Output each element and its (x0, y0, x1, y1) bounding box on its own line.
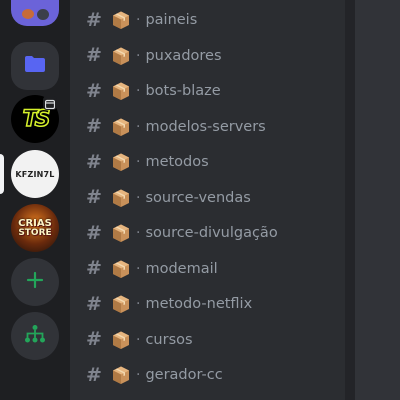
text-channel-icon: # (86, 79, 102, 102)
text-channel-icon: # (86, 150, 102, 173)
package-icon (111, 294, 131, 314)
channel-name: metodos (145, 154, 209, 170)
channel-item[interactable]: # · metodos (78, 146, 336, 178)
server-avatar-detail (37, 9, 49, 20)
discover-servers-button[interactable] (11, 312, 59, 360)
channel-item[interactable]: # · modemail (78, 253, 336, 285)
channel-name: gerador-cc (145, 367, 223, 383)
ts-logo: TS (22, 106, 51, 133)
kfzin-logo: KFZIN7L (15, 169, 55, 179)
channel-item[interactable]: # · source-vendas (78, 182, 336, 214)
discover-icon (24, 324, 46, 348)
text-channel-icon: # (86, 221, 102, 244)
channel-item[interactable]: # · paineis (78, 4, 336, 36)
server-icon-top[interactable] (11, 0, 59, 26)
channel-name: cursos (145, 331, 193, 348)
text-channel-icon: # (86, 44, 102, 66)
text-channel-icon: # (86, 363, 102, 386)
channel-name: source-divulgação (145, 225, 278, 241)
text-channel-icon: # (86, 115, 102, 137)
text-channel-icon: # (86, 292, 102, 315)
channel-name: source-vendas (145, 189, 251, 206)
plus-icon (25, 270, 45, 294)
selected-server-pill (0, 154, 4, 194)
channel-item[interactable]: # · bots-blaze (78, 75, 336, 107)
text-channel-icon: # (86, 8, 102, 31)
separator-dot: · (136, 367, 141, 383)
separator-dot: · (136, 83, 141, 99)
separator-dot: · (136, 47, 141, 64)
package-icon (111, 81, 131, 101)
package-icon (111, 46, 131, 66)
package-icon (111, 223, 131, 243)
channel-name: puxadores (145, 47, 222, 64)
chat-area (355, 0, 400, 400)
server-rail: TS KFZIN7L CRIAS STORE (0, 0, 70, 400)
channel-item[interactable]: # · metodo-netflix (78, 288, 336, 320)
event-badge (43, 96, 57, 110)
separator-dot: · (136, 154, 141, 170)
separator-dot: · (136, 331, 141, 348)
package-icon (111, 330, 131, 350)
separator-dot: · (136, 225, 141, 241)
channel-name: metodo-netflix (145, 296, 253, 312)
channel-name: modemail (145, 260, 218, 277)
server-kfzin[interactable]: KFZIN7L (11, 150, 59, 198)
server-crias-store[interactable]: CRIAS STORE (11, 204, 59, 252)
channel-item[interactable]: # · modelos-servers (78, 111, 336, 143)
text-channel-icon: # (86, 328, 102, 350)
channel-name: modelos-servers (145, 118, 266, 135)
package-icon (111, 365, 131, 385)
separator-dot: · (136, 260, 141, 277)
chat-divider (345, 0, 355, 400)
server-folder[interactable] (11, 42, 59, 90)
text-channel-icon: # (86, 257, 102, 279)
channel-item[interactable]: # · puxadores (78, 40, 336, 72)
separator-dot: · (136, 118, 141, 135)
calendar-icon (44, 94, 56, 113)
add-server-button[interactable] (11, 258, 59, 306)
separator-dot: · (136, 296, 141, 312)
channel-item[interactable]: # · gerador-cc (78, 359, 336, 391)
package-icon (111, 259, 131, 279)
folder-icon (24, 55, 46, 77)
channel-name: paineis (145, 12, 198, 28)
separator-dot: · (136, 189, 141, 206)
server-avatar-detail (22, 9, 34, 19)
text-channel-icon: # (86, 186, 102, 208)
separator-dot: · (136, 12, 141, 28)
package-icon (111, 188, 131, 208)
channel-name: bots-blaze (145, 83, 221, 99)
package-icon (111, 117, 131, 137)
package-icon (111, 10, 131, 30)
package-icon (111, 152, 131, 172)
crias-store-logo: CRIAS STORE (18, 217, 52, 238)
channel-item[interactable]: # · source-divulgação (78, 217, 336, 249)
channel-item[interactable]: # · cursos (78, 324, 336, 356)
